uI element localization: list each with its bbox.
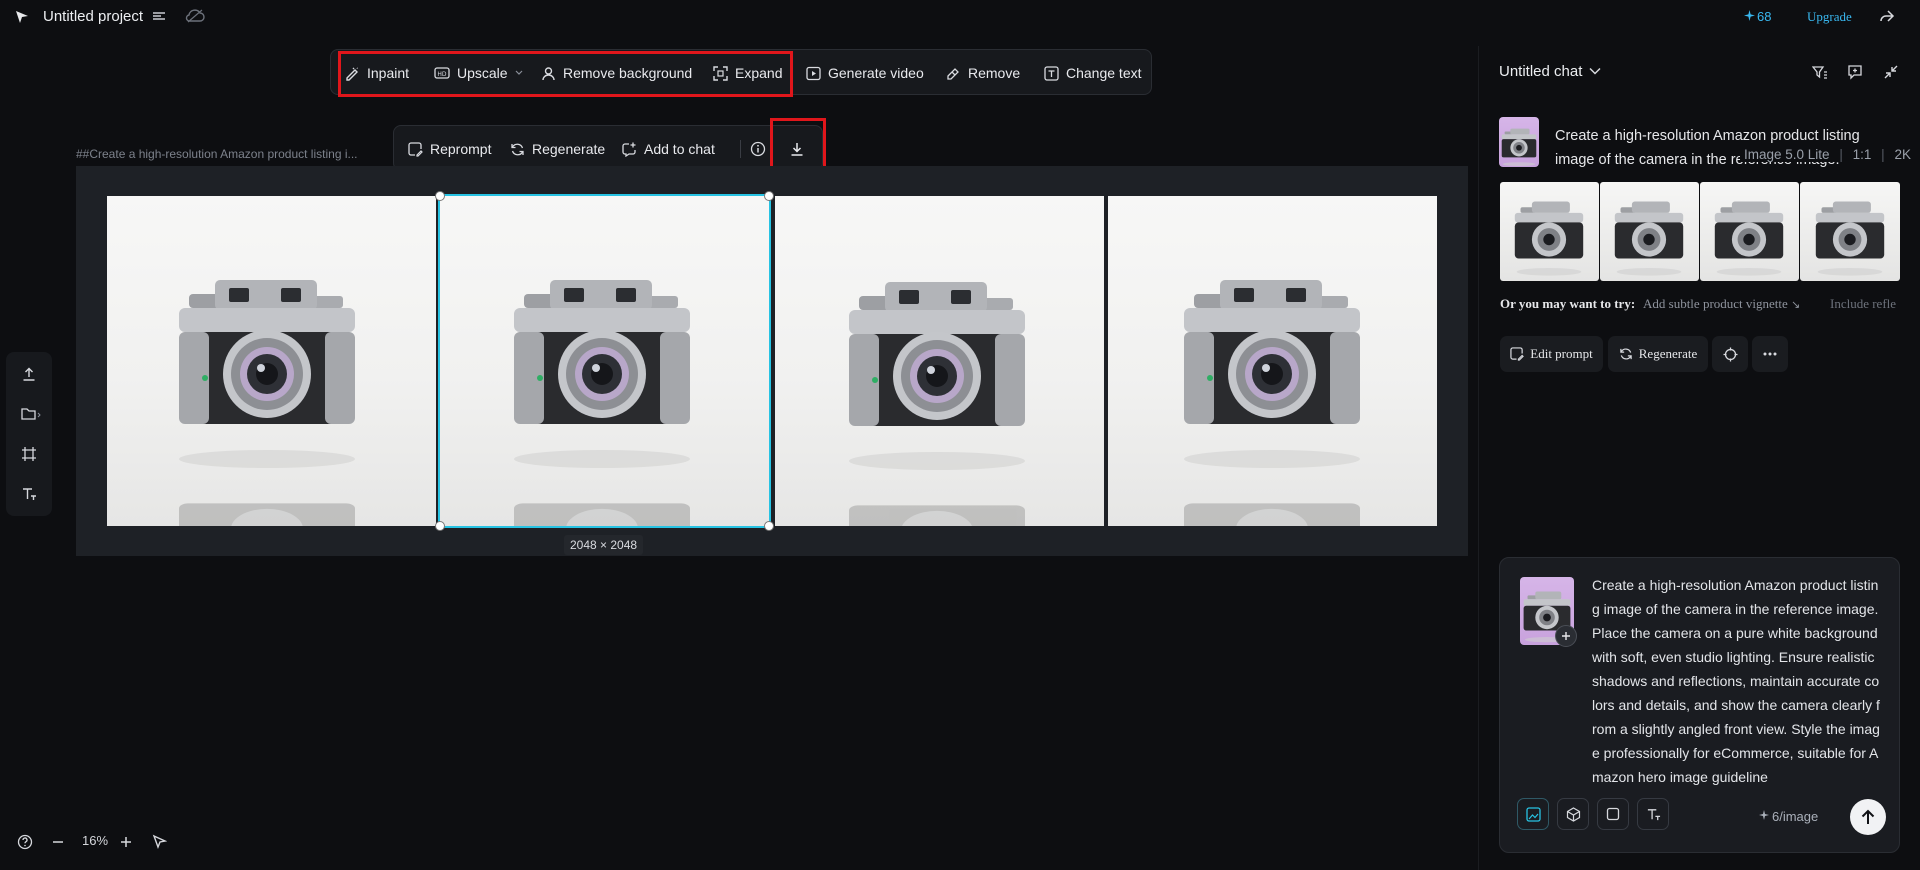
more-dots-icon xyxy=(1763,352,1777,356)
generated-image-3[interactable] xyxy=(775,196,1104,526)
toolbar-divider xyxy=(740,140,741,158)
menu-icon[interactable] xyxy=(152,9,166,23)
upscale-button[interactable]: HD Upscale xyxy=(434,50,523,96)
upscale-hd-icon: HD xyxy=(434,67,450,79)
person-icon xyxy=(541,66,556,81)
image-edit-toolbar: Inpaint HD Upscale Remove background Exp… xyxy=(330,49,1152,95)
resolution: 2K xyxy=(1894,147,1911,162)
suggestions-label: Or you may want to try: xyxy=(1500,296,1636,311)
download-icon[interactable] xyxy=(789,141,805,157)
image-generate-icon xyxy=(1525,806,1541,822)
select-pointer-icon[interactable] xyxy=(152,834,167,849)
credits-count: 68 xyxy=(1757,9,1772,24)
chevron-down-icon[interactable] xyxy=(1589,67,1601,75)
suggestion-chip-2[interactable]: Include refle xyxy=(1830,296,1900,312)
image-action-toolbar: Reprompt Regenerate Add to chat xyxy=(393,125,823,171)
zoom-out-icon[interactable] xyxy=(51,835,65,849)
collapse-icon[interactable] xyxy=(1883,64,1899,80)
remove-button[interactable]: Remove xyxy=(946,50,1020,96)
image-mode-button[interactable] xyxy=(1517,798,1549,830)
composer-prompt-text[interactable]: Create a high-resolution Amazon product … xyxy=(1592,573,1882,789)
chat-message-meta: Image 5.0 Lite | 1:1 | 2K xyxy=(1740,147,1911,162)
upload-icon[interactable] xyxy=(21,366,37,382)
canvas-prompt-label[interactable]: ##Create a high-resolution Amazon produc… xyxy=(76,147,358,161)
generated-image-1[interactable] xyxy=(107,196,436,526)
more-options-button[interactable] xyxy=(1752,336,1788,372)
new-chat-icon[interactable] xyxy=(1847,64,1863,80)
text-box-icon xyxy=(1044,65,1059,81)
left-tool-rail xyxy=(6,352,52,516)
add-reference-button[interactable] xyxy=(1555,625,1577,647)
folder-add-icon[interactable] xyxy=(21,406,41,422)
refresh-icon xyxy=(1619,347,1633,361)
svg-text:HD: HD xyxy=(437,71,447,78)
panel-divider xyxy=(1478,46,1479,870)
target-button[interactable] xyxy=(1712,336,1748,372)
help-icon[interactable] xyxy=(17,834,33,850)
add-chat-icon xyxy=(622,142,637,157)
text-tool-icon xyxy=(1646,807,1661,822)
result-thumbnail-4[interactable] xyxy=(1800,182,1900,281)
expand-button[interactable]: Expand xyxy=(713,50,782,96)
reference-image-avatar[interactable] xyxy=(1499,117,1539,167)
chevron-down-icon xyxy=(515,70,523,76)
plus-icon xyxy=(1561,631,1571,641)
resize-handle-top-left[interactable] xyxy=(435,191,445,201)
expand-icon xyxy=(713,65,728,81)
top-bar: Untitled project 68 Upgrade xyxy=(0,0,1920,34)
send-button[interactable] xyxy=(1850,799,1886,835)
cube-icon xyxy=(1566,806,1581,822)
generate-video-button[interactable]: Generate video xyxy=(806,50,924,96)
cost-spark-icon xyxy=(1759,810,1769,820)
remove-background-button[interactable]: Remove background xyxy=(541,50,692,96)
crosshair-icon xyxy=(1723,347,1738,362)
crop-frame-icon[interactable] xyxy=(21,446,37,462)
3d-mode-button[interactable] xyxy=(1557,798,1589,830)
share-icon[interactable] xyxy=(1879,8,1895,24)
zoom-level[interactable]: 16% xyxy=(82,833,108,848)
filter-icon[interactable] xyxy=(1812,64,1828,80)
generated-image-2-selected[interactable] xyxy=(438,194,771,528)
credits-icon xyxy=(1744,10,1755,21)
inpaint-icon xyxy=(345,66,360,81)
arrow-up-icon xyxy=(1861,809,1875,825)
chat-title[interactable]: Untitled chat xyxy=(1499,63,1582,80)
text-tool-icon[interactable] xyxy=(21,486,37,502)
refresh-icon xyxy=(510,142,525,157)
edit-prompt-button[interactable]: Edit prompt xyxy=(1500,336,1603,372)
info-icon[interactable] xyxy=(750,141,766,157)
model-name: Image 5.0 Lite xyxy=(1744,147,1830,162)
aspect-ratio: 1:1 xyxy=(1852,147,1872,162)
image-canvas[interactable] xyxy=(76,166,1468,556)
chat-composer[interactable]: Create a high-resolution Amazon product … xyxy=(1499,557,1900,853)
play-icon xyxy=(806,66,821,81)
upgrade-link[interactable]: Upgrade xyxy=(1807,9,1852,25)
project-title[interactable]: Untitled project xyxy=(43,8,143,25)
suggestion-chip-1[interactable]: Add subtle product vignette ↘ xyxy=(1643,296,1800,312)
logo-icon[interactable] xyxy=(14,9,30,25)
resize-handle-bottom-left[interactable] xyxy=(435,521,445,531)
generated-image-4[interactable] xyxy=(1108,196,1437,526)
arrow-down-right-icon: ↘ xyxy=(1791,298,1801,311)
resize-handle-top-right[interactable] xyxy=(764,191,774,201)
aspect-ratio-button[interactable] xyxy=(1597,798,1629,830)
result-thumbnail-3[interactable] xyxy=(1700,182,1799,281)
square-icon xyxy=(1606,807,1620,821)
text-style-button[interactable] xyxy=(1637,798,1669,830)
inpaint-button[interactable]: Inpaint xyxy=(345,50,409,96)
image-dimensions-badge: 2048 × 2048 xyxy=(564,535,644,555)
reprompt-icon xyxy=(408,141,423,157)
eraser-icon xyxy=(946,66,961,81)
result-thumbnail-2[interactable] xyxy=(1600,182,1699,281)
resize-handle-bottom-right[interactable] xyxy=(764,521,774,531)
result-thumbnail-1[interactable] xyxy=(1500,182,1599,281)
generation-cost: 6/image xyxy=(1772,809,1819,824)
regenerate-chat-button[interactable]: Regenerate xyxy=(1608,336,1708,372)
zoom-in-icon[interactable] xyxy=(119,835,133,849)
change-text-button[interactable]: Change text xyxy=(1044,50,1142,96)
edit-icon xyxy=(1510,347,1525,361)
cloud-sync-icon xyxy=(184,8,206,24)
